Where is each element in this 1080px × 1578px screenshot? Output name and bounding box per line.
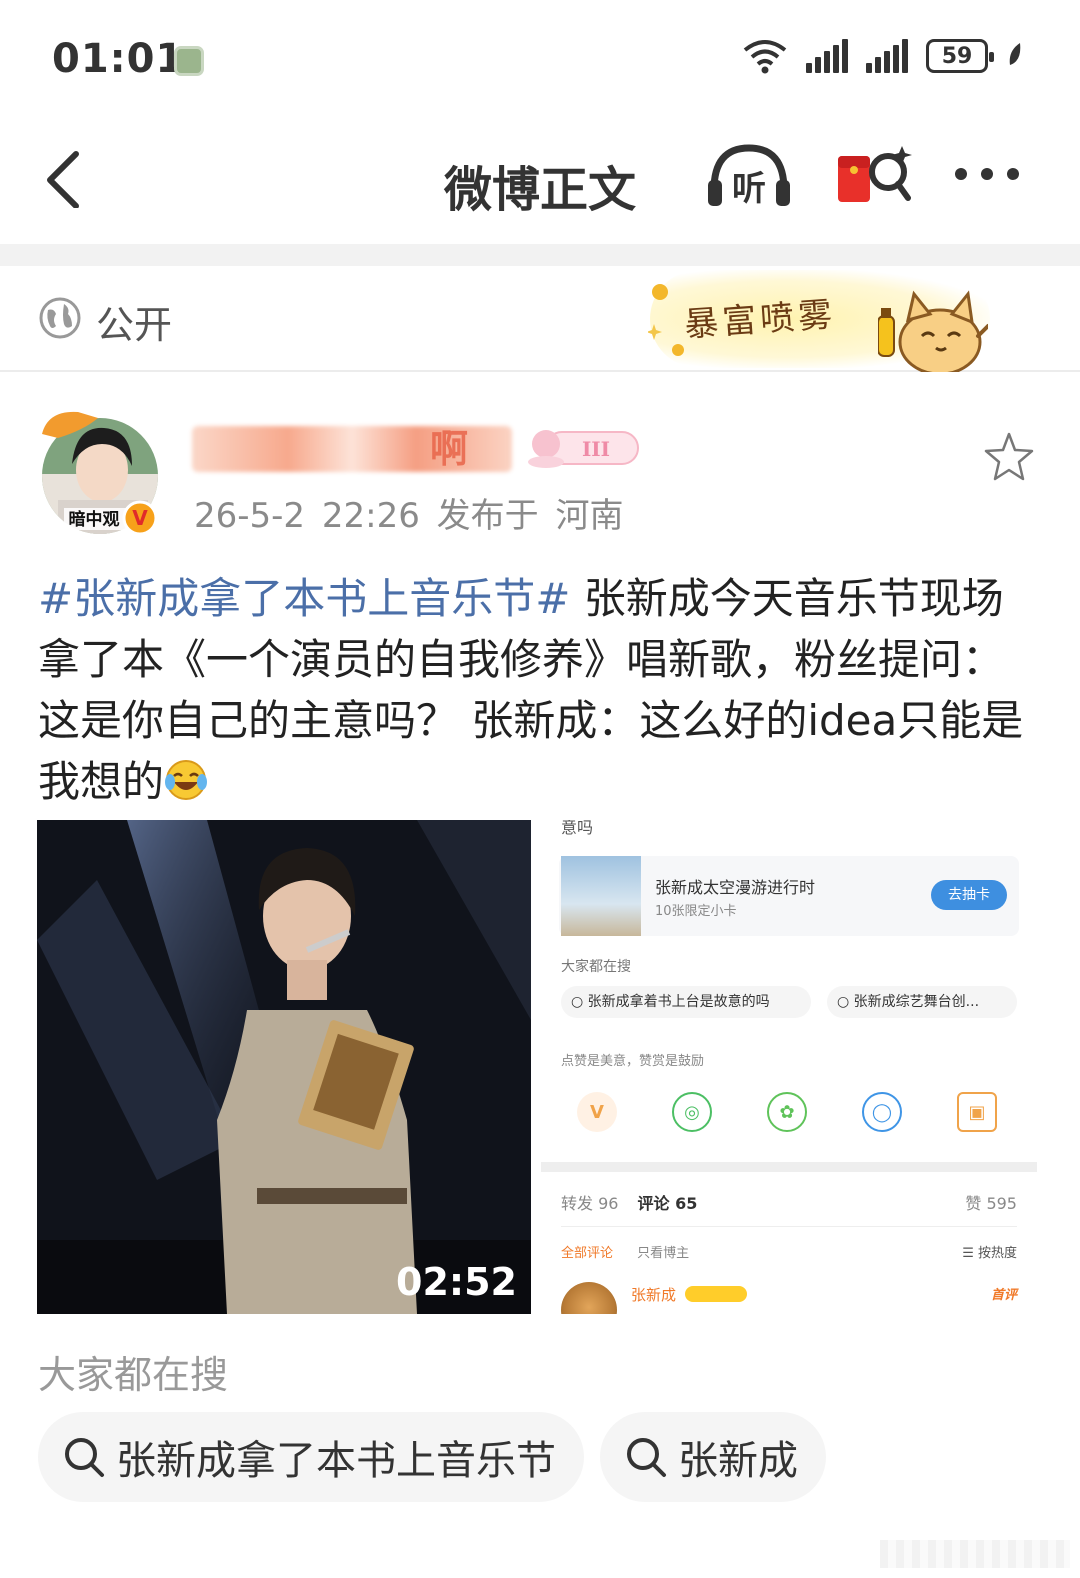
trending-search-label: 张新成 — [678, 1438, 798, 1484]
listen-label: 听 — [732, 169, 766, 209]
ss-search-chip: ○ 张新成综艺舞台创... — [827, 986, 1017, 1018]
vip-level: III — [582, 437, 610, 461]
listen-headphones-icon[interactable]: 听 — [704, 140, 794, 210]
watermark — [880, 1540, 1070, 1568]
laugh-cry-emoji-icon — [165, 760, 208, 800]
ss-divider — [561, 1226, 1017, 1227]
ss-card-button: 去抽卡 — [931, 880, 1007, 910]
vip-level-badge: III — [528, 430, 639, 468]
ss-filter-sort: ☰ 按热度 — [962, 1246, 1017, 1261]
favorite-star-icon[interactable] — [982, 430, 1036, 484]
ss-filters: 全部评论 只看博主 ☰ 按热度 — [561, 1242, 1017, 1261]
video-duration: 02:52 — [396, 1260, 517, 1304]
trending-search-title: 大家都在搜 — [38, 1353, 229, 1397]
ss-card-title: 张新成太空漫游进行时 — [655, 878, 816, 897]
signal-icon-2 — [866, 39, 908, 73]
hashtag-link[interactable]: #张新成拿了本书上音乐节# — [38, 574, 570, 623]
ss-qq-icon: ◯ — [862, 1092, 902, 1132]
ss-commenter-avatar — [561, 1282, 617, 1314]
cat-spray-icon — [878, 290, 988, 372]
ss-top-fragment: 意吗 — [561, 820, 594, 837]
ss-separator — [541, 1162, 1037, 1172]
trending-search-chip[interactable]: 张新成 — [600, 1412, 826, 1502]
video-thumbnail[interactable]: 02:52 — [37, 820, 531, 1314]
promo-banner[interactable]: 暴富喷雾 — [640, 266, 1000, 372]
trending-search-chip[interactable]: 张新成拿了本书上音乐节 — [38, 1412, 584, 1502]
trending-search-label: 张新成拿了本书上音乐节 — [116, 1438, 556, 1484]
sparkle-icon — [648, 284, 684, 356]
battery-indicator: 59 — [926, 39, 994, 73]
ss-share-row: V ◎ ✿ ◯ ▣ — [577, 1092, 997, 1132]
visibility-bar: 公开 暴富喷雾 — [0, 266, 1080, 372]
post-meta: 26-5-2 22:26 发布于 河南 — [194, 496, 624, 536]
ss-card-image — [561, 856, 641, 936]
ss-filter-author: 只看博主 — [637, 1246, 690, 1261]
ss-card: 张新成太空漫游进行时 10张限定小卡 去抽卡 — [559, 856, 1019, 936]
ss-card-subtitle: 10张限定小卡 — [655, 904, 737, 919]
more-options-icon[interactable] — [955, 168, 1019, 180]
signal-icon-1 — [806, 39, 848, 73]
svg-text:V: V — [132, 506, 148, 530]
charging-leaf-icon — [1009, 43, 1021, 65]
status-time: 01:01 — [52, 36, 185, 82]
search-icon — [65, 1438, 104, 1477]
section-divider — [0, 244, 1080, 266]
ss-note: 点赞是美意，赞赏是鼓励 — [561, 1054, 705, 1069]
notification-app-icon — [174, 46, 204, 76]
ss-commenter-name: 张新成 — [631, 1286, 677, 1304]
avatar-caption: 暗中观 — [69, 509, 120, 530]
status-bar: 01:01 59 — [0, 0, 1080, 120]
page-title: 微博正文 — [443, 162, 636, 218]
ss-search-chip: ○ 张新成拿着书上台是故意的吗 — [561, 986, 811, 1018]
username-visible-fragment: 啊 — [430, 427, 469, 471]
ss-tab-like: 赞 595 — [965, 1194, 1017, 1213]
user-avatar[interactable]: 暗中观 V — [38, 404, 162, 534]
screenshot-thumbnail[interactable]: 意吗 张新成太空漫游进行时 10张限定小卡 去抽卡 大家都在搜 ○ 张新成拿着书… — [541, 820, 1037, 1314]
status-icons: 59 — [742, 38, 1024, 74]
search-icon — [627, 1438, 666, 1477]
ss-tabs: 转发 96 评论 65 赞 595 — [561, 1190, 1017, 1214]
post-body: #张新成拿了本书上音乐节# 张新成今天音乐节现场拿了本《一个演员的自我修养》唱新… — [38, 568, 1042, 812]
ss-commenter-badge — [685, 1286, 747, 1302]
visibility-label: 公开 — [96, 303, 173, 347]
navigation-bar: 微博正文 听 — [0, 120, 1080, 244]
ss-moments-icon: ✿ — [767, 1092, 807, 1132]
ss-search-label: 大家都在搜 — [561, 959, 631, 975]
wifi-icon — [743, 40, 787, 74]
ss-wechat-icon: ◎ — [672, 1092, 712, 1132]
ss-save-image-icon: ▣ — [957, 1092, 997, 1132]
ss-vplus-icon: V — [577, 1092, 617, 1132]
ss-tab-comment: 评论 65 — [637, 1194, 698, 1213]
ss-first-comment-tag: 首评 — [990, 1288, 1017, 1303]
ss-comment-row: 张新成 首评 — [561, 1280, 1017, 1314]
red-packet-search-icon[interactable] — [836, 142, 916, 212]
globe-icon — [39, 297, 81, 339]
ss-tab-repost: 转发 96 — [561, 1194, 619, 1213]
ss-filter-all: 全部评论 — [561, 1246, 614, 1261]
video-frame-image — [37, 820, 531, 1314]
